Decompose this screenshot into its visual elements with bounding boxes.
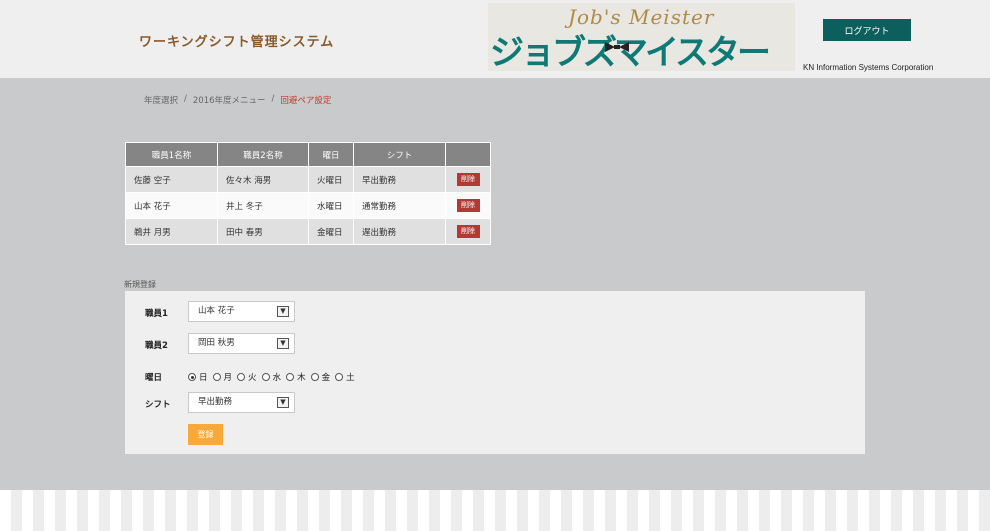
delete-button[interactable]: 削除	[456, 199, 480, 212]
day-radio-tue[interactable]: 火	[237, 371, 257, 383]
radio-button[interactable]	[286, 373, 295, 381]
register-button[interactable]: 登録	[188, 424, 223, 445]
new-registration-label: 新規登録	[124, 280, 156, 289]
cell-emp2: 田中 春男	[217, 218, 309, 245]
cell-shift: 早出勤務	[353, 166, 446, 193]
emp2-label: 職員2	[145, 341, 168, 351]
radio-label: 火	[248, 373, 257, 383]
cell-emp1: 鵜井 月男	[125, 218, 218, 245]
day-radio-fri[interactable]: 金	[310, 371, 331, 383]
cell-shift: 遅出勤務	[353, 218, 446, 245]
breadcrumb-year-select[interactable]: 年度選択	[144, 94, 178, 106]
day-radio-thu[interactable]: 木	[286, 371, 306, 383]
radio-label: 水	[272, 373, 282, 383]
day-label: 曜日	[145, 373, 163, 383]
emp2-select-value: 岡田 秋男	[198, 338, 235, 348]
shift-label: シフト	[145, 400, 171, 410]
breadcrumb-year-menu[interactable]: 2016年度メニュー	[193, 94, 266, 106]
logout-button[interactable]: ログアウト	[823, 19, 911, 41]
breadcrumb-separator: /	[184, 94, 187, 104]
emp1-select[interactable]: 山本 花子 ▼	[188, 301, 295, 322]
app-header: ワーキングシフト管理システム Job's Meister ジョブズマイスター ロ…	[0, 0, 990, 78]
radio-button[interactable]	[237, 373, 246, 381]
cell-action: 削除	[445, 192, 491, 219]
col-header-action	[445, 142, 491, 167]
day-radio-wed[interactable]: 水	[261, 371, 282, 383]
cell-day: 水曜日	[308, 192, 354, 219]
delete-button[interactable]: 削除	[456, 173, 480, 186]
cell-emp1: 佐藤 空子	[125, 166, 218, 193]
cell-emp2: 井上 冬子	[217, 192, 309, 219]
table-row: 佐藤 空子 佐々木 海男 火曜日 早出勤務 削除	[125, 166, 491, 193]
day-radio-sun[interactable]: 日	[188, 371, 208, 383]
breadcrumb-current: 回避ペア設定	[280, 96, 332, 106]
col-header-emp1: 職員1名称	[125, 142, 218, 167]
radio-label: 木	[297, 373, 306, 383]
day-radio-mon[interactable]: 月	[212, 371, 233, 383]
day-radio-group: 日 月 火 水 木 金 土	[188, 371, 355, 383]
breadcrumb: 年度選択 / 2016年度メニュー / 回避ペア設定	[144, 94, 331, 106]
chevron-down-icon: ▼	[277, 306, 289, 317]
cell-action: 削除	[445, 166, 491, 193]
cell-action: 削除	[445, 218, 491, 245]
chevron-down-icon: ▼	[277, 338, 289, 349]
table-row: 山本 花子 井上 冬子 水曜日 通常勤務 削除	[125, 192, 491, 219]
new-registration-panel: 職員1 山本 花子 ▼ 職員2 岡田 秋男 ▼ 曜日 日 月 火 水 木 金 土…	[125, 291, 865, 454]
table-row: 鵜井 月男 田中 春男 金曜日 遅出勤務 削除	[125, 218, 491, 245]
bow-tie-icon	[605, 42, 629, 52]
company-name: KN Information Systems Corporation	[803, 63, 934, 72]
col-header-day: 曜日	[308, 142, 354, 167]
day-radio-sat[interactable]: 土	[335, 371, 355, 383]
radio-button[interactable]	[261, 373, 270, 381]
breadcrumb-separator: /	[271, 94, 275, 104]
cell-emp1: 山本 花子	[125, 192, 218, 219]
col-header-emp2: 職員2名称	[217, 142, 309, 167]
chevron-down-icon: ▼	[277, 397, 289, 408]
cell-emp2: 佐々木 海男	[217, 166, 309, 193]
emp2-select[interactable]: 岡田 秋男 ▼	[188, 333, 295, 354]
shift-select[interactable]: 早出勤務 ▼	[188, 392, 295, 413]
table-header-row: 職員1名称 職員2名称 曜日 シフト	[125, 142, 491, 167]
cell-day: 火曜日	[308, 166, 354, 193]
col-header-shift: シフト	[353, 142, 446, 167]
avoid-pair-table: 職員1名称 職員2名称 曜日 シフト 佐藤 空子 佐々木 海男 火曜日 早出勤務…	[125, 142, 491, 245]
radio-button[interactable]	[188, 373, 196, 381]
cell-shift: 通常勤務	[353, 192, 446, 219]
radio-label: 土	[346, 373, 355, 383]
radio-button[interactable]	[335, 373, 344, 381]
emp1-select-value: 山本 花子	[198, 306, 235, 316]
radio-label: 金	[321, 373, 331, 383]
footer-stripes	[0, 490, 990, 531]
shift-select-value: 早出勤務	[198, 397, 233, 407]
radio-label: 日	[199, 373, 208, 383]
emp1-label: 職員1	[145, 309, 168, 319]
brand-logo: Job's Meister ジョブズマイスター	[488, 3, 795, 71]
radio-label: 月	[223, 373, 233, 383]
radio-button[interactable]	[310, 373, 319, 381]
cell-day: 金曜日	[308, 218, 354, 245]
system-title: ワーキングシフト管理システム	[139, 35, 335, 50]
radio-button[interactable]	[212, 373, 221, 381]
delete-button[interactable]: 削除	[456, 225, 480, 238]
